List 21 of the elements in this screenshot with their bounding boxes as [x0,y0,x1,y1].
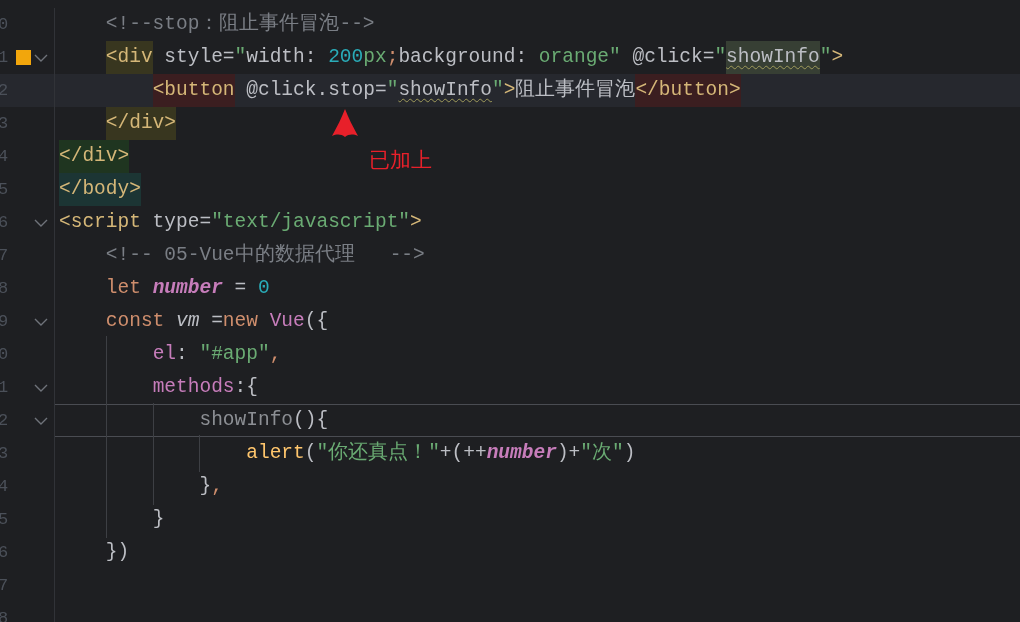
code-line: <div style="width: 200px;background: orange" @click="showInfo"> [59,41,844,74]
code-line: <button @click.stop="showInfo">阻止事件冒泡</button> [59,74,741,107]
arrow-icon [331,109,359,137]
code-line: }, [198,474,223,499]
chevron-icon[interactable] [34,317,48,326]
code-line: alert("你还真点！"+(++number)+"次") [245,440,636,466]
code-line: <!-- 05-Vue中的数据代理 --> [104,242,425,268]
chevron-icon[interactable] [34,383,48,392]
code-line: methods:{ [151,375,258,400]
code-line: <script type="text/javascript"> [59,210,422,235]
chevron-icon[interactable] [34,218,48,227]
code-line: el: "#app", [151,342,282,367]
code-line: let number = 0 [104,276,270,301]
code-line: showInfo(){ [198,408,329,433]
code-line: }) [104,540,130,565]
code-line: } [151,507,165,532]
code-line: <!--stop：阻止事件冒泡--> [104,11,375,37]
chevron-icon[interactable] [34,416,48,425]
chevron-icon[interactable] [34,53,48,62]
annotation-text: 已加上 [369,147,432,174]
code-line: const vm =new Vue({ [104,309,329,334]
